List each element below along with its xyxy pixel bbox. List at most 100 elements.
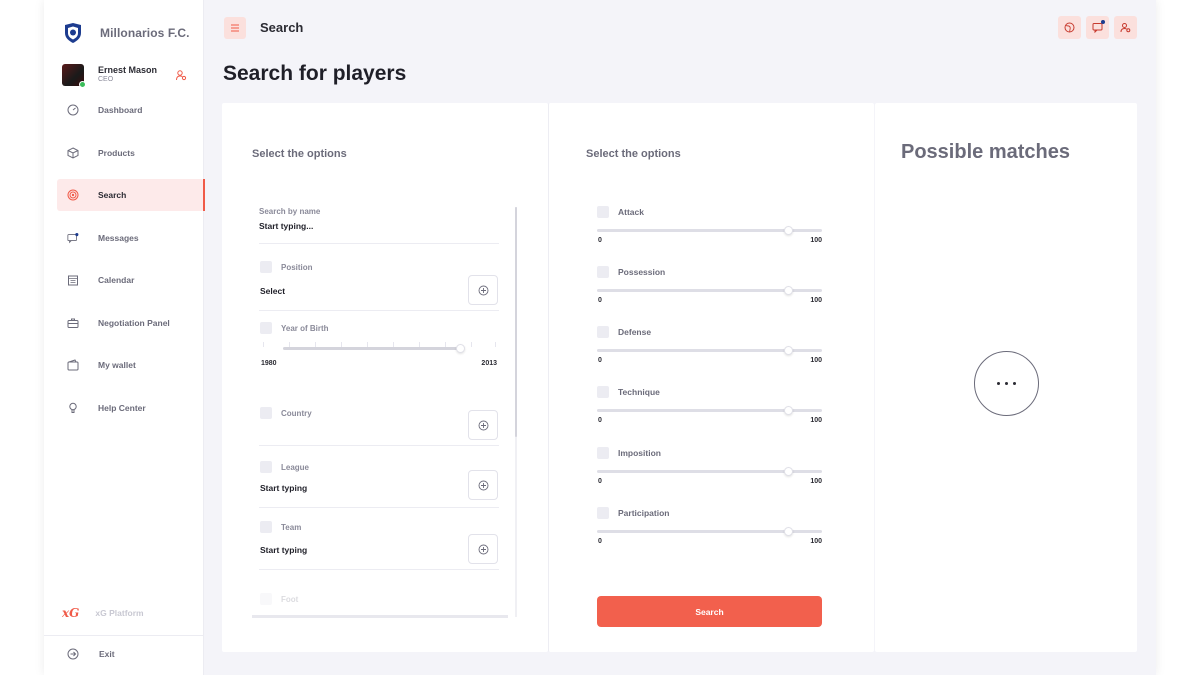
slider-min-value: 0 [598, 237, 602, 244]
league-checkbox[interactable] [260, 461, 272, 473]
briefcase-icon [67, 317, 79, 329]
sidebar-item-messages[interactable]: Messages [57, 222, 204, 254]
sidebar-item-search[interactable]: Search [57, 179, 205, 211]
sidebar-item-calendar[interactable]: Calendar [57, 264, 204, 296]
horizontal-scrollbar[interactable] [252, 615, 508, 618]
sidebar-item-label: Negotiation Panel [98, 317, 170, 328]
defense-slider-handle[interactable] [784, 346, 794, 355]
sidebar-item-dashboard[interactable]: Dashboard [57, 94, 204, 126]
sidebar-item-products[interactable]: Products [57, 137, 204, 169]
messages-button[interactable] [1086, 16, 1109, 39]
team-input[interactable]: Start typing [260, 545, 307, 555]
team-checkbox[interactable] [260, 521, 272, 533]
panel-heading: Select the options [586, 148, 681, 160]
add-league-button[interactable] [468, 470, 498, 500]
country-label: Country [281, 409, 312, 418]
attack-checkbox[interactable] [597, 206, 609, 218]
imposition-slider-group: Imposition 0 100 [597, 447, 827, 497]
wallet-icon [67, 359, 79, 371]
imposition-label: Imposition [618, 448, 661, 458]
user-role: CEO [98, 76, 114, 83]
add-position-button[interactable] [468, 275, 498, 305]
box-icon [67, 146, 79, 159]
add-country-button[interactable] [468, 410, 498, 440]
participation-checkbox[interactable] [597, 507, 609, 519]
position-label: Position [281, 263, 313, 272]
possession-slider-group: Possession 0 100 [597, 266, 827, 316]
plus-circle-icon [478, 544, 488, 554]
matches-heading: Possible matches [901, 141, 1070, 163]
attack-slider-handle[interactable] [784, 226, 794, 235]
filters-panel: Select the options Search by name Start … [222, 103, 548, 652]
user-settings-icon[interactable] [175, 69, 187, 81]
league-label: League [281, 463, 310, 472]
imposition-checkbox[interactable] [597, 447, 609, 459]
user-settings-icon [1120, 23, 1131, 33]
divider [259, 310, 499, 311]
position-checkbox[interactable] [260, 261, 272, 273]
club-crest-icon [65, 23, 81, 43]
notification-dot [1101, 20, 1105, 24]
technique-slider-group: Technique 0 100 [597, 386, 827, 436]
calendar-icon [67, 274, 79, 286]
imposition-slider-handle[interactable] [784, 467, 794, 476]
plus-circle-icon [478, 420, 488, 430]
divider [259, 445, 499, 446]
year-max-handle[interactable] [456, 344, 465, 353]
target-icon [67, 189, 79, 201]
divider [259, 569, 499, 570]
user-profile[interactable]: Ernest Mason CEO [62, 64, 187, 88]
search-input[interactable]: Start typing... [259, 221, 499, 231]
filters-scroll-area[interactable]: Search by name Start typing... Position … [259, 197, 499, 617]
defense-slider-group: Defense 0 100 [597, 326, 827, 376]
add-team-button[interactable] [468, 534, 498, 564]
skills-panel: Select the options Attack 0 100 Possessi… [548, 103, 874, 652]
technique-checkbox[interactable] [597, 386, 609, 398]
vertical-scrollbar-thumb[interactable] [515, 207, 517, 437]
exit-button[interactable]: Exit [67, 648, 115, 660]
attack-slider-group: Attack 0 100 [597, 206, 827, 256]
language-button[interactable] [1058, 16, 1081, 39]
exit-label: Exit [99, 649, 115, 659]
country-checkbox[interactable] [260, 407, 272, 419]
chat-icon [67, 232, 79, 244]
sidebar-nav: Dashboard Products Search Messages Calen… [57, 94, 205, 434]
sidebar-item-negotiation-panel[interactable]: Negotiation Panel [57, 307, 204, 339]
sidebar-item-label: Search [98, 190, 127, 200]
position-select[interactable]: Select [260, 286, 285, 296]
panel-heading: Select the options [252, 148, 347, 160]
slider-min-value: 0 [598, 538, 602, 545]
foot-label: Foot [281, 595, 299, 604]
participation-label: Participation [618, 508, 670, 518]
year-min-value: 1980 [261, 360, 277, 367]
profile-button[interactable] [1114, 16, 1137, 39]
sidebar-item-my-wallet[interactable]: My wallet [57, 349, 204, 381]
search-label: Search by name [259, 207, 321, 216]
defense-label: Defense [618, 327, 652, 337]
search-button[interactable]: Search [597, 596, 822, 627]
menu-toggle-button[interactable] [224, 17, 246, 39]
sidebar-item-label: Dashboard [98, 105, 143, 115]
platform-brand: xG xG Platform [62, 606, 144, 620]
league-input[interactable]: Start typing [260, 483, 307, 493]
defense-checkbox[interactable] [597, 326, 609, 338]
loading-indicator [974, 351, 1039, 416]
loading-dot [1013, 382, 1016, 385]
participation-slider-group: Participation 0 100 [597, 507, 827, 557]
possession-checkbox[interactable] [597, 266, 609, 278]
sidebar-item-help-center[interactable]: Help Center [57, 392, 204, 424]
sidebar-item-label: Calendar [98, 275, 135, 285]
search-by-name-field[interactable]: Search by name Start typing... [259, 207, 499, 231]
attack-label: Attack [618, 207, 644, 217]
foot-checkbox[interactable] [260, 593, 272, 605]
app-window: Millonarios F.C. Ernest Mason CEO Dashbo… [44, 0, 1156, 675]
participation-slider-handle[interactable] [784, 527, 794, 536]
divider [44, 635, 204, 636]
technique-slider-handle[interactable] [784, 406, 794, 415]
brand: Millonarios F.C. [62, 22, 190, 44]
slider-min-value: 0 [598, 297, 602, 304]
xg-logo: xG [62, 606, 80, 620]
year-of-birth-checkbox[interactable] [260, 322, 272, 334]
plus-circle-icon [478, 480, 488, 490]
possession-slider-handle[interactable] [784, 286, 794, 295]
